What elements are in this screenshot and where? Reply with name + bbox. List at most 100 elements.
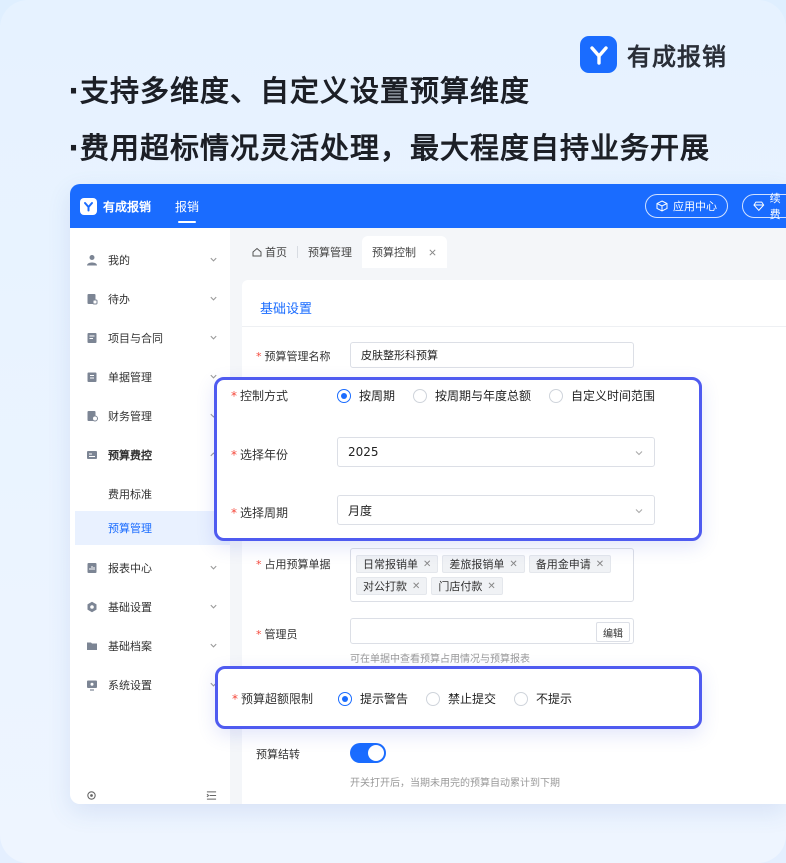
radio-warn[interactable]: 提示警告 — [338, 690, 408, 707]
control-mode-label: * 控制方式 — [231, 389, 289, 403]
nav-reimburse[interactable]: 报销 — [175, 198, 199, 223]
user-icon — [86, 254, 98, 266]
renew-label: 续费 — [769, 192, 781, 221]
close-icon[interactable] — [428, 248, 437, 257]
tag-daily-reimbursement: 日常报销单 ✕ — [356, 555, 439, 573]
home-icon — [252, 247, 262, 257]
chevron-down-icon — [210, 335, 217, 340]
radio-period-and-annual[interactable]: 按周期与年度总额 — [413, 387, 531, 404]
gear-icon — [86, 601, 98, 613]
budget-icon — [86, 449, 98, 461]
radio-custom-range[interactable]: 自定义时间范围 — [549, 387, 655, 404]
sidebar-item-finance[interactable]: 财务管理 — [70, 398, 230, 434]
brand-logo: 有成报销 — [580, 36, 727, 73]
section-title: 基础设置 — [260, 302, 313, 317]
admin-edit-button[interactable]: 编辑 — [596, 622, 630, 642]
folder-icon — [86, 640, 98, 652]
sidebar-item-reports[interactable]: 报表中心 — [70, 550, 230, 586]
chevron-down-icon — [210, 565, 217, 570]
topbar-logo[interactable]: 有成报销 — [80, 197, 152, 215]
sidebar-item-mine[interactable]: 我的 — [70, 242, 230, 278]
year-select[interactable]: 2025 — [337, 437, 655, 467]
tag-remove-icon[interactable]: ✕ — [509, 559, 517, 570]
finance-icon — [86, 410, 98, 422]
sidebar-item-archives[interactable]: 基础档案 — [70, 628, 230, 664]
brand-name: 有成报销 — [627, 43, 727, 71]
renew-button[interactable]: 续费 — [742, 192, 786, 221]
radio-by-period[interactable]: 按周期 — [337, 387, 395, 404]
sidebar-item-label: 基础档案 — [108, 640, 152, 653]
radio-button[interactable] — [337, 388, 351, 403]
overlimit-radio-group: 提示警告 禁止提交 不提示 — [338, 690, 590, 707]
period-value: 月度 — [348, 503, 373, 518]
sidebar-item-label: 报表中心 — [108, 562, 152, 575]
todo-icon — [86, 293, 98, 305]
sidebar-item-label: 财务管理 — [108, 410, 152, 423]
sidebar: 我的 待办 项目与合同 单据管理 财务管理 预算费控 费用标准 预算管理 报表中… — [70, 228, 230, 804]
highlight-overlimit: * 预算超额限制 提示警告 禁止提交 不提示 — [215, 666, 702, 729]
brand-mark-icon — [580, 36, 617, 73]
chevron-down-icon — [635, 451, 643, 456]
sidebar-item-label: 项目与合同 — [108, 332, 163, 345]
tag-remove-icon[interactable]: ✕ — [487, 581, 495, 592]
tag-remove-icon[interactable]: ✕ — [423, 559, 431, 570]
tab-budget-management[interactable]: 预算管理 — [298, 236, 362, 268]
tab-budget-control-label: 预算控制 — [372, 246, 416, 259]
sidebar-item-label: 待办 — [108, 293, 130, 306]
topbar-logo-icon — [80, 197, 97, 215]
chevron-down-icon — [210, 296, 217, 301]
sidebar-item-label: 我的 — [108, 254, 130, 267]
sidebar-item-budget[interactable]: 预算费控 — [70, 437, 230, 473]
headline-2: ·费用超标情况灵活处理，最大程度自持业务开展 — [68, 131, 711, 165]
chevron-down-icon — [210, 604, 217, 609]
carryover-toggle[interactable] — [350, 743, 386, 763]
year-value: 2025 — [348, 445, 379, 459]
contract-icon — [86, 332, 98, 344]
tag-remove-icon[interactable]: ✕ — [596, 559, 604, 570]
sidebar-item-contract[interactable]: 项目与合同 — [70, 320, 230, 356]
carryover-label: 预算结转 — [256, 748, 300, 761]
tag-travel-reimbursement: 差旅报销单 ✕ — [442, 555, 525, 573]
radio-button[interactable] — [514, 691, 529, 706]
tab-home[interactable]: 首页 — [242, 236, 297, 268]
sidebar-sub-expense-standard[interactable]: 费用标准 — [75, 477, 230, 511]
sidebar-item-system-settings[interactable]: 系统设置 — [70, 667, 230, 703]
chevron-down-icon — [210, 643, 217, 648]
budget-name-label: * 预算管理名称 — [256, 350, 331, 363]
sidebar-item-label: 预算费控 — [108, 449, 152, 462]
tag-remove-icon[interactable]: ✕ — [412, 581, 420, 592]
docs-tag-select[interactable]: 日常报销单 ✕ 差旅报销单 ✕ 备用金申请 ✕ 对公打款 ✕ 门店付款 ✕ — [350, 548, 634, 602]
admin-hint: 可在单据中查看预算占用情况与预算报表 — [350, 654, 530, 665]
period-select[interactable]: 月度 — [337, 495, 655, 525]
app-center-button[interactable]: 应用中心 — [645, 194, 728, 218]
settings-icon[interactable] — [86, 790, 97, 801]
sidebar-item-label: 系统设置 — [108, 679, 152, 692]
admin-input[interactable]: 编辑 — [350, 618, 634, 644]
radio-button[interactable] — [413, 388, 428, 403]
chevron-down-icon — [210, 257, 217, 262]
carryover-hint: 开关打开后，当期未用完的预算自动累计到下期 — [350, 778, 560, 789]
sidebar-item-todo[interactable]: 待办 — [70, 281, 230, 317]
budget-name-input[interactable]: 皮肤整形科预算 — [350, 342, 634, 368]
control-mode-radio-group: 按周期 按周期与年度总额 自定义时间范围 — [337, 387, 673, 404]
topbar-brand: 有成报销 — [103, 199, 152, 214]
collapse-sidebar-icon[interactable] — [206, 790, 217, 801]
tab-budget-control[interactable]: 预算控制 — [362, 236, 447, 268]
sidebar-item-label: 基础设置 — [108, 601, 152, 614]
sidebar-item-documents[interactable]: 单据管理 — [70, 359, 230, 395]
radio-button[interactable] — [549, 388, 564, 403]
sidebar-item-basic-settings[interactable]: 基础设置 — [70, 589, 230, 625]
tag-store-payment: 门店付款 ✕ — [431, 577, 503, 595]
radio-no-prompt[interactable]: 不提示 — [514, 690, 572, 707]
radio-forbid-submit[interactable]: 禁止提交 — [426, 690, 496, 707]
radio-button[interactable] — [426, 691, 441, 706]
sidebar-sub-budget-management[interactable]: 预算管理 — [75, 511, 230, 545]
cube-icon — [656, 200, 668, 212]
app-center-label: 应用中心 — [673, 200, 717, 213]
chevron-down-icon — [635, 509, 643, 514]
headline-1: ·支持多维度、自定义设置预算维度 — [68, 74, 531, 108]
radio-button[interactable] — [338, 691, 352, 706]
tag-petty-cash: 备用金申请 ✕ — [528, 555, 612, 573]
overlimit-label: * 预算超额限制 — [232, 692, 314, 706]
period-label: * 选择周期 — [231, 506, 289, 520]
